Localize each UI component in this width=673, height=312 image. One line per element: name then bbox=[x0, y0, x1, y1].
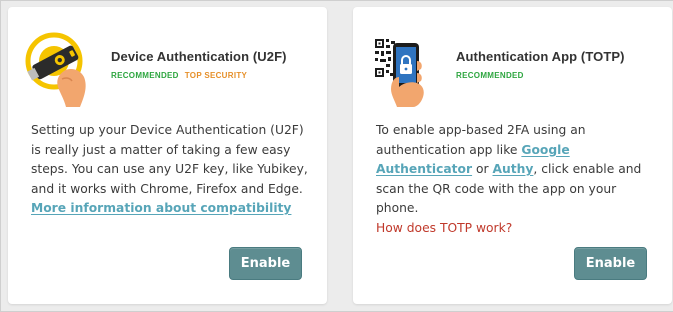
compatibility-link[interactable]: More information about compatibility bbox=[31, 201, 291, 215]
totp-description: To enable app-based 2FA using an authent… bbox=[376, 121, 661, 238]
enable-totp-button[interactable]: Enable bbox=[574, 247, 647, 280]
description-text: Setting up your Device Authentication (U… bbox=[31, 123, 308, 196]
u2f-card: Device Authentication (U2F) RECOMMENDED … bbox=[8, 7, 327, 304]
badge-row: RECOMMENDED bbox=[456, 71, 625, 80]
card-title: Authentication App (TOTP) bbox=[456, 49, 625, 64]
u2f-header: Device Authentication (U2F) RECOMMENDED … bbox=[111, 49, 287, 80]
totp-header: Authentication App (TOTP) RECOMMENDED bbox=[456, 49, 625, 80]
recommended-badge: RECOMMENDED bbox=[456, 71, 524, 80]
description-text-mid: or bbox=[472, 162, 493, 176]
recommended-badge: RECOMMENDED bbox=[111, 71, 179, 80]
u2f-description: Setting up your Device Authentication (U… bbox=[31, 121, 316, 219]
top-security-badge: TOP SECURITY bbox=[184, 71, 248, 80]
totp-card: Authentication App (TOTP) RECOMMENDED To… bbox=[353, 7, 672, 304]
badge-row: RECOMMENDED TOP SECURITY bbox=[111, 71, 287, 80]
card-title: Device Authentication (U2F) bbox=[111, 49, 287, 64]
enable-u2f-button[interactable]: Enable bbox=[229, 247, 302, 280]
authy-link[interactable]: Authy bbox=[492, 162, 533, 176]
totp-help-link[interactable]: How does TOTP work? bbox=[376, 219, 661, 239]
phone-qr-lock-icon bbox=[375, 39, 424, 107]
usb-security-key-icon bbox=[25, 32, 86, 107]
